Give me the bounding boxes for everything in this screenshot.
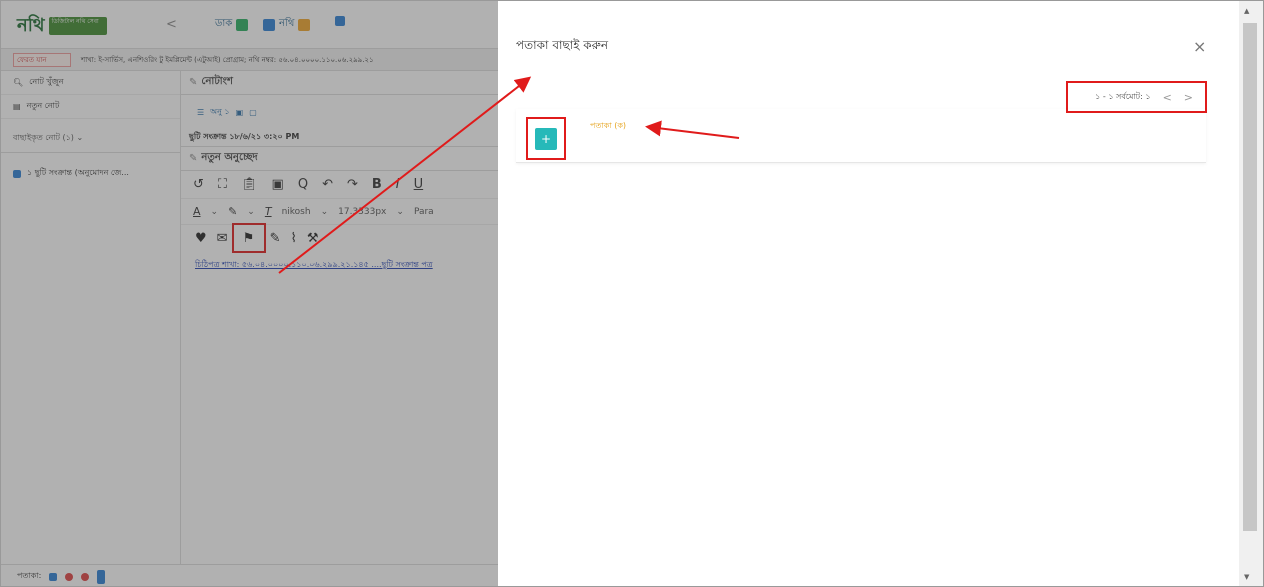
scroll-down-icon[interactable]: ▼ (1244, 573, 1249, 581)
flag-label[interactable]: পতাকা (ক) (590, 120, 626, 133)
screen: নথি ডিজিটাল নথি সেবা < ডাক নথি ফেরত যান … (0, 0, 1264, 587)
flag-list-item[interactable]: + পতাকা (ক) (516, 109, 1206, 163)
close-icon[interactable]: × (1193, 37, 1206, 56)
scroll-up-icon[interactable]: ▲ (1244, 7, 1249, 15)
pagination-summary: ১ - ১ সর্বমোট: ১ (1095, 91, 1151, 101)
next-page-button[interactable]: > (1184, 91, 1193, 104)
prev-page-button[interactable]: < (1163, 91, 1172, 104)
panel-title: পতাকা বাছাই করুন (516, 38, 609, 52)
scrollbar-thumb[interactable] (1243, 23, 1257, 531)
flag-select-button[interactable]: + (526, 117, 566, 160)
document-plus-icon: + (535, 127, 557, 150)
modal-overlay[interactable] (1, 1, 498, 586)
scrollbar[interactable]: ▲ ▼ (1239, 1, 1263, 586)
flag-select-panel: পতাকা বাছাই করুন × ১ - ১ সর্বমোট: ১ < > … (498, 1, 1239, 586)
background-app: নথি ডিজিটাল নথি সেবা < ডাক নথি ফেরত যান … (1, 1, 498, 586)
